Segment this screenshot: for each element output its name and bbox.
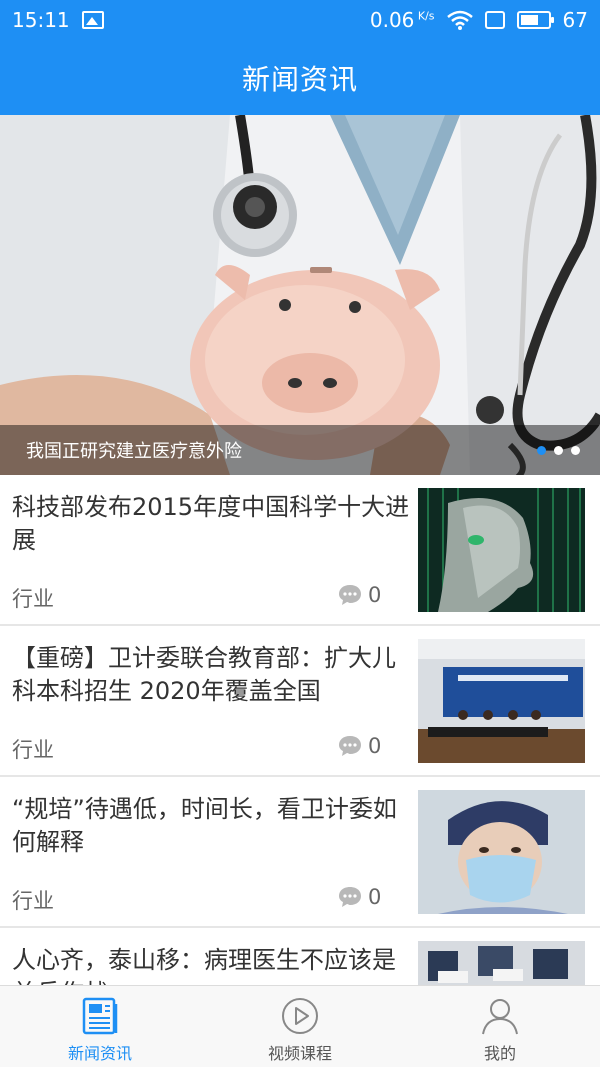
news-thumbnail — [418, 639, 585, 763]
tab-profile[interactable]: 我的 — [400, 986, 600, 1067]
carousel-indicator — [537, 446, 580, 455]
news-item[interactable]: 科技部发布2015年度中国科学十大进展 行业 0 — [0, 475, 600, 626]
news-icon — [82, 997, 118, 1035]
battery-level: 67 — [562, 8, 588, 32]
carousel-dot[interactable] — [554, 446, 563, 455]
banner-image — [0, 115, 600, 475]
comment-number: 0 — [368, 885, 382, 909]
carousel-dot[interactable] — [537, 446, 546, 455]
news-list: 科技部发布2015年度中国科学十大进展 行业 0 【重磅】卫计委联合教育部：扩大… — [0, 475, 600, 985]
tab-news[interactable]: 新闻资讯 — [0, 986, 200, 1067]
status-bar: 15:11 0.06 K/s 67 — [0, 0, 600, 40]
tab-label: 我的 — [483, 1044, 516, 1063]
status-time: 15:11 — [12, 8, 70, 32]
news-item[interactable]: 人心齐，泰山移：病理医生不应该是单兵作战 — [0, 928, 600, 985]
tab-label: 新闻资讯 — [67, 1044, 132, 1063]
video-play-icon — [282, 998, 318, 1034]
news-title: 科技部发布2015年度中国科学十大进展 — [12, 493, 410, 554]
tab-label: 视频课程 — [267, 1044, 332, 1063]
news-category: 行业 — [12, 889, 54, 913]
news-thumbnail — [418, 790, 585, 914]
battery-icon — [516, 11, 554, 29]
network-speed: 0.06 K/s — [369, 8, 435, 32]
comment-number: 0 — [368, 734, 382, 758]
user-icon — [482, 999, 518, 1035]
comment-count: 0 — [338, 734, 381, 758]
comment-number: 0 — [368, 583, 382, 607]
news-title: 人心齐，泰山移：病理医生不应该是单兵作战 — [12, 946, 396, 985]
comment-icon — [339, 887, 361, 907]
sim-icon — [484, 11, 505, 29]
comment-icon — [339, 736, 361, 756]
news-title: “规培”待遇低，时间长，看卫计委如何解释 — [12, 795, 397, 856]
page-title: 新闻资讯 — [241, 62, 358, 96]
tab-video-courses[interactable]: 视频课程 — [200, 986, 400, 1067]
comment-count: 0 — [338, 583, 381, 607]
banner-caption-bar: 我国正研究建立医疗意外险 — [0, 425, 600, 475]
banner-carousel[interactable]: 我国正研究建立医疗意外险 — [0, 115, 600, 475]
news-category: 行业 — [12, 738, 54, 762]
wifi-icon — [446, 10, 473, 30]
app-header: 新闻资讯 — [0, 40, 600, 115]
news-thumbnail — [418, 488, 585, 612]
banner-caption: 我国正研究建立医疗意外险 — [26, 441, 242, 462]
comment-count: 0 — [338, 885, 381, 909]
news-item[interactable]: “规培”待遇低，时间长，看卫计委如何解释 行业 0 — [0, 777, 600, 928]
news-category: 行业 — [12, 587, 54, 611]
bottom-tab-bar: 新闻资讯 视频课程 我的 — [0, 985, 600, 1067]
image-notification-icon — [81, 11, 104, 29]
carousel-dot[interactable] — [571, 446, 580, 455]
news-item[interactable]: 【重磅】卫计委联合教育部：扩大儿科本科招生 2020年覆盖全国 行业 0 — [0, 626, 600, 777]
news-thumbnail — [418, 941, 585, 985]
comment-icon — [339, 585, 361, 605]
news-title: 【重磅】卫计委联合教育部：扩大儿科本科招生 2020年覆盖全国 — [12, 644, 396, 705]
